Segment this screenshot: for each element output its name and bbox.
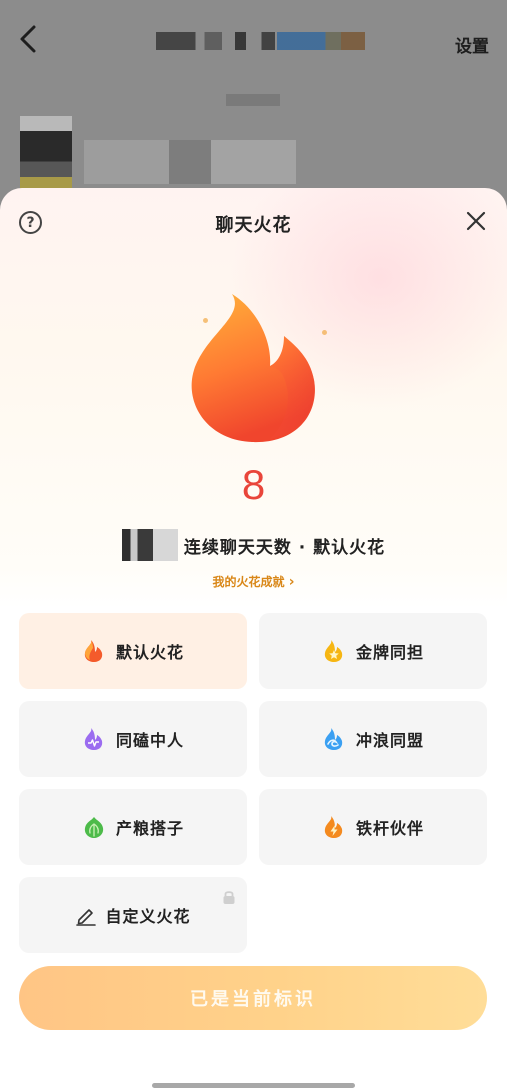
spark-option-label: 铁杆伙伴 [355, 819, 424, 838]
spark-option-purple[interactable]: 同磕中人 [19, 701, 247, 777]
streak-days-label: 连续聊天天数 · 默认火花 [183, 537, 386, 558]
achievements-link-label: 我的火花成就 [212, 575, 285, 589]
spark-option-blue-wave[interactable]: 冲浪同盟 [259, 701, 487, 777]
large-flame-icon [191, 294, 315, 443]
blurred-subtitle [226, 94, 280, 106]
close-icon[interactable] [465, 210, 487, 232]
home-indicator [152, 1083, 355, 1088]
fire-orange-bolt-icon [324, 816, 343, 838]
spark-option-orange-bolt[interactable]: 铁杆伙伴 [259, 789, 487, 865]
spark-option-custom[interactable]: 自定义火花 [19, 877, 247, 953]
settings-button[interactable]: 设置 [455, 32, 489, 57]
current-badge-button[interactable]: 已是当前标识 [19, 966, 487, 1030]
fire-purple-heartbeat-icon [84, 728, 103, 750]
spark-option-default[interactable]: 默认火花 [19, 613, 247, 689]
spark-option-label: 同磕中人 [115, 731, 184, 750]
fire-green-leaf-icon [84, 817, 104, 838]
chat-spark-sheet: ? 聊天火花 8 连续聊天天数 · 默认火花 我的火花成就 › 默认火花 金牌同… [0, 188, 507, 1090]
my-spark-achievements-link[interactable]: 我的火花成就 › [0, 573, 507, 590]
streak-info-row: 连续聊天天数 · 默认火花 [0, 529, 507, 561]
blurred-page-title [156, 32, 376, 50]
spark-option-label: 冲浪同盟 [355, 731, 424, 750]
spark-option-label: 自定义火花 [105, 907, 191, 926]
blurred-avatar [20, 116, 72, 192]
spark-option-label: 默认火花 [115, 643, 184, 662]
fire-blue-wave-icon [324, 728, 343, 750]
fire-gold-medal-icon [324, 640, 343, 662]
blurred-username [84, 140, 296, 184]
spark-option-green-leaf[interactable]: 产粮搭子 [19, 789, 247, 865]
sheet-title: 聊天火花 [215, 215, 292, 236]
spark-option-gold-medal[interactable]: 金牌同担 [259, 613, 487, 689]
chevron-right-icon: › [288, 574, 295, 590]
sparkle-dot [322, 330, 327, 335]
back-arrow-icon[interactable] [14, 22, 44, 56]
lock-icon [223, 891, 235, 904]
blurred-friend-avatar [121, 529, 178, 561]
fire-default-icon [84, 640, 103, 662]
streak-count: 8 [241, 461, 266, 508]
spark-option-label: 金牌同担 [355, 643, 424, 662]
pencil-icon [76, 909, 97, 926]
spark-option-label: 产粮搭子 [115, 819, 184, 838]
